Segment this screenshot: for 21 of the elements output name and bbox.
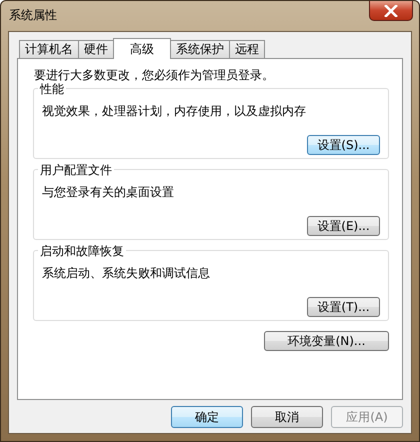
close-icon <box>384 4 398 16</box>
group-description: 与您登录有关的桌面设置 <box>42 184 175 201</box>
environment-variables-button[interactable]: 环境变量(N)... <box>264 331 389 351</box>
tab[interactable]: 硬件 <box>78 40 114 58</box>
dialog-button[interactable]: 取消 <box>251 406 323 428</box>
settings-button[interactable]: 设置(S)... <box>307 135 380 155</box>
tab[interactable]: 远程 <box>229 40 265 58</box>
tab[interactable]: 计算机名 <box>19 40 79 58</box>
notice-text: 要进行大多数更改，您必须作为管理员登录。 <box>34 67 275 83</box>
close-button[interactable] <box>369 1 413 21</box>
dialog-button[interactable]: 确定 <box>171 406 243 428</box>
tab[interactable]: 高级 <box>113 38 171 59</box>
group-description: 系统启动、系统失败和调试信息 <box>42 265 211 282</box>
settings-button[interactable]: 设置(E)... <box>307 216 380 236</box>
tab[interactable]: 系统保护 <box>170 40 230 58</box>
group-title: 启动和故障恢复 <box>38 243 126 260</box>
group-title: 性能 <box>38 81 66 98</box>
settings-button[interactable]: 设置(T)... <box>307 297 380 317</box>
group-description: 视觉效果，处理器计划，内存使用，以及虚拟内存 <box>42 103 307 120</box>
window-title: 系统属性 <box>9 7 57 24</box>
group-title: 用户配置文件 <box>38 162 114 179</box>
